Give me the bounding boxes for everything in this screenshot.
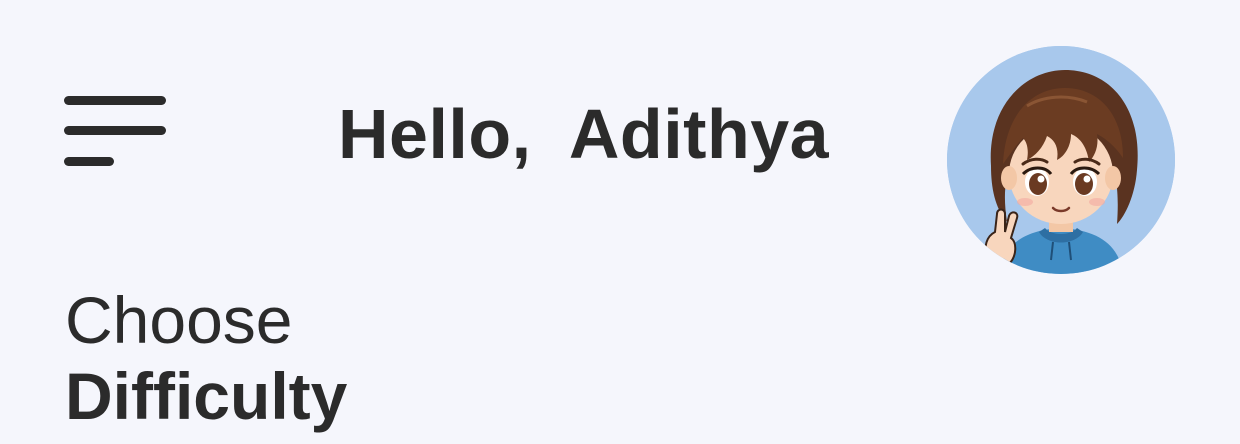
difficulty-heading: Choose Difficulty [65, 282, 347, 434]
menu-line-middle [64, 126, 166, 135]
greeting-text: Hello, Adithya [338, 95, 830, 173]
menu-line-bottom [64, 157, 114, 166]
heading-choose: Choose [65, 283, 293, 357]
heading-difficulty: Difficulty [65, 359, 348, 433]
avatar-icon [947, 46, 1175, 274]
profile-avatar[interactable] [947, 46, 1175, 274]
menu-line-top [64, 96, 166, 105]
menu-button[interactable] [62, 92, 168, 170]
